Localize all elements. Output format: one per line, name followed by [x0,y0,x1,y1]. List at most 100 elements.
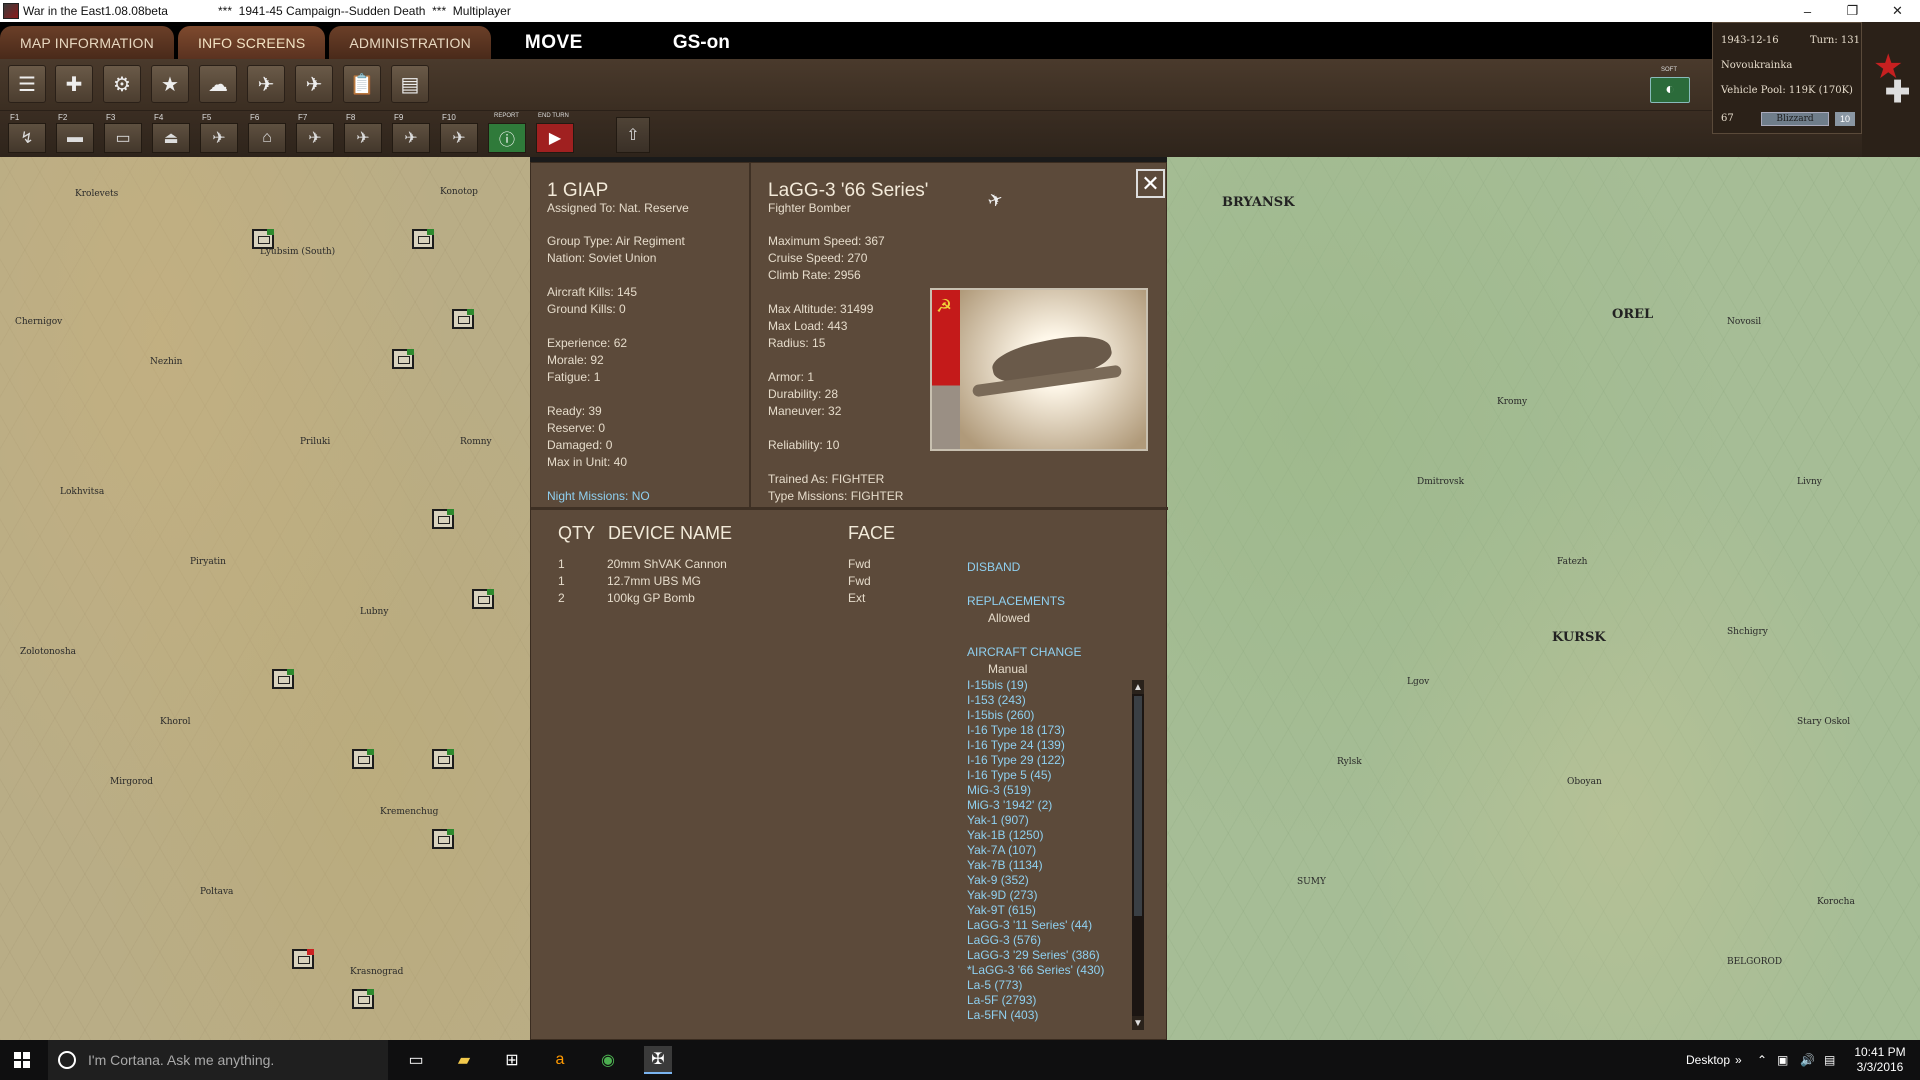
aircraft-reliability: Reliability: 10 [768,438,840,452]
air-strike-icon[interactable]: ✈ [344,123,382,153]
fkey-label: F8 [346,113,356,122]
col-device-header: DEVICE NAME [608,523,733,543]
unit-counter[interactable] [292,949,314,969]
file-explorer-icon[interactable]: ▰ [450,1046,478,1074]
aircraft-option[interactable]: *LaGG-3 '66 Series' (430) [967,963,1104,978]
airbase-icon[interactable]: ⌂ [248,123,286,153]
replacements-link[interactable]: REPLACEMENTS [967,594,1065,608]
aircraft-option[interactable]: LaGG-3 '29 Series' (386) [967,948,1104,963]
unit-counter[interactable] [352,989,374,1009]
aircraft-option[interactable]: Yak-1B (1250) [967,828,1104,843]
aircraft-option[interactable]: I-16 Type 24 (139) [967,738,1104,753]
unit-counter[interactable] [352,749,374,769]
night-missions-link[interactable]: Night Missions: NO [547,489,650,503]
aircraft-option[interactable]: I-15bis (260) [967,708,1104,723]
game-date: 1943-12-16 [1721,35,1779,46]
aircraft-option[interactable]: Yak-7B (1134) [967,858,1104,873]
aircraft-option[interactable]: Yak-7A (107) [967,843,1104,858]
aircraft-option[interactable]: La-5 (773) [967,978,1104,993]
aircraft-option[interactable]: MiG-3 (519) [967,783,1104,798]
clock[interactable]: 10:41 PM 3/3/2016 [1850,1045,1910,1075]
volume-icon[interactable]: 🔊 [1800,1040,1815,1080]
aircraft-option[interactable]: La-5F (2793) [967,993,1104,1008]
tab-map-information[interactable]: MAP INFORMATION [0,26,174,59]
aircraft-option[interactable]: I-16 Type 18 (173) [967,723,1104,738]
map-right[interactable]: BRYANSK OREL KURSK BELGOROD SUMY Novosil… [1167,157,1920,1040]
aircraft-change-link[interactable]: AIRCRAFT CHANGE [967,645,1081,659]
air-transfer-icon[interactable]: ✈ [200,123,238,153]
scroll-thumb[interactable] [1134,696,1142,916]
ground-units-icon[interactable]: ▬ [56,123,94,153]
unit-counter[interactable] [452,309,474,329]
map-label: Rylsk [1337,757,1362,767]
minimize-icon[interactable]: – [1785,0,1830,22]
aircraft-option[interactable]: Yak-9 (352) [967,873,1104,888]
network-icon[interactable]: ▣ [1777,1040,1788,1080]
unit-counter[interactable] [432,829,454,849]
notes-icon[interactable]: ▤ [391,65,429,103]
close-window-icon[interactable]: ✕ [1875,0,1920,22]
cortana-search[interactable]: I'm Cortana. Ask me anything. [48,1040,388,1080]
tray-overflow-icon[interactable]: » [1735,1040,1742,1080]
unit-counter[interactable] [392,349,414,369]
aircraft-option[interactable]: I-16 Type 5 (45) [967,768,1104,783]
device-qty: 1 [558,574,565,588]
game-taskbar-icon[interactable]: ✠ [644,1046,672,1074]
scroll-down-icon[interactable]: ▼ [1132,1016,1144,1030]
air-combat-icon[interactable]: ✈ [247,65,285,103]
map-left[interactable]: Krolevets Lyubsim (South) Konotop Cherni… [0,157,530,1040]
tab-administration[interactable]: ADMINISTRATION [329,26,491,59]
soft-toggle-button[interactable]: ◐ [1650,77,1690,103]
aircraft-option[interactable]: Yak-9D (273) [967,888,1104,903]
tab-info-screens[interactable]: INFO SCREENS [177,26,326,59]
air-supply-icon[interactable]: ✈ [440,123,478,153]
close-icon[interactable]: ✕ [1136,169,1165,198]
unit-counter[interactable] [432,749,454,769]
aircraft-option[interactable]: LaGG-3 '11 Series' (44) [967,918,1104,933]
aircraft-option[interactable]: I-15bis (19) [967,678,1104,693]
air-mission-icon[interactable]: ✈ [295,65,333,103]
aircraft-option[interactable]: I-153 (243) [967,693,1104,708]
star-icon[interactable]: ★ [151,65,189,103]
chrome-icon[interactable]: ◉ [594,1046,622,1074]
unit-counter[interactable] [432,509,454,529]
task-view-icon[interactable]: ▭ [402,1046,430,1074]
move-mode-icon[interactable]: ↯ [8,123,46,153]
air-interdiction-icon[interactable]: ✈ [392,123,430,153]
aircraft-option[interactable]: La-5FN (403) [967,1008,1104,1023]
air-recon-icon[interactable]: ✈ [296,123,334,153]
rail-icon[interactable]: ▭ [104,123,142,153]
unit-counter[interactable] [412,229,434,249]
turn-counter: Turn: 131 [1810,35,1860,46]
unit-counter[interactable] [272,669,294,689]
aircraft-option[interactable]: LaGG-3 (576) [967,933,1104,948]
reinforcement-icon[interactable]: ✚ [55,65,93,103]
desktop-label[interactable]: Desktop [1686,1040,1730,1080]
gear-icon[interactable]: ⚙ [103,65,141,103]
unit-experience: Experience: 62 [547,336,628,350]
aircraft-option[interactable]: Yak-1 (907) [967,813,1104,828]
report-button[interactable]: ⓘ [488,123,526,153]
notifications-icon[interactable]: ▤ [1824,1040,1835,1080]
up-arrow-icon[interactable]: ⇧ [616,117,650,153]
hammer-sickle-icon: ☭ [936,296,953,316]
windows-start-icon[interactable] [14,1052,30,1068]
tray-up-icon[interactable]: ⌃ [1757,1040,1767,1080]
disband-link[interactable]: DISBAND [967,560,1020,574]
unit-counter[interactable] [472,589,494,609]
end-turn-button[interactable]: ▶ [536,123,574,153]
unit-counter[interactable] [252,229,274,249]
restore-icon[interactable]: ❐ [1830,0,1875,22]
weather-icon[interactable]: ☁ [199,65,237,103]
ship-icon[interactable]: ☰ [8,65,46,103]
naval-icon[interactable]: ⏏ [152,123,190,153]
aircraft-option[interactable]: Yak-9T (615) [967,903,1104,918]
store-icon[interactable]: ⊞ [498,1046,526,1074]
scroll-up-icon[interactable]: ▲ [1132,680,1144,694]
aircraft-option[interactable]: MiG-3 '1942' (2) [967,798,1104,813]
clipboard-icon[interactable]: 📋 [343,65,381,103]
map-label: Konotop [440,187,478,197]
aircraft-option[interactable]: I-16 Type 29 (122) [967,753,1104,768]
amazon-icon[interactable]: a [546,1046,574,1074]
list-scrollbar[interactable]: ▲ ▼ [1132,680,1144,1030]
